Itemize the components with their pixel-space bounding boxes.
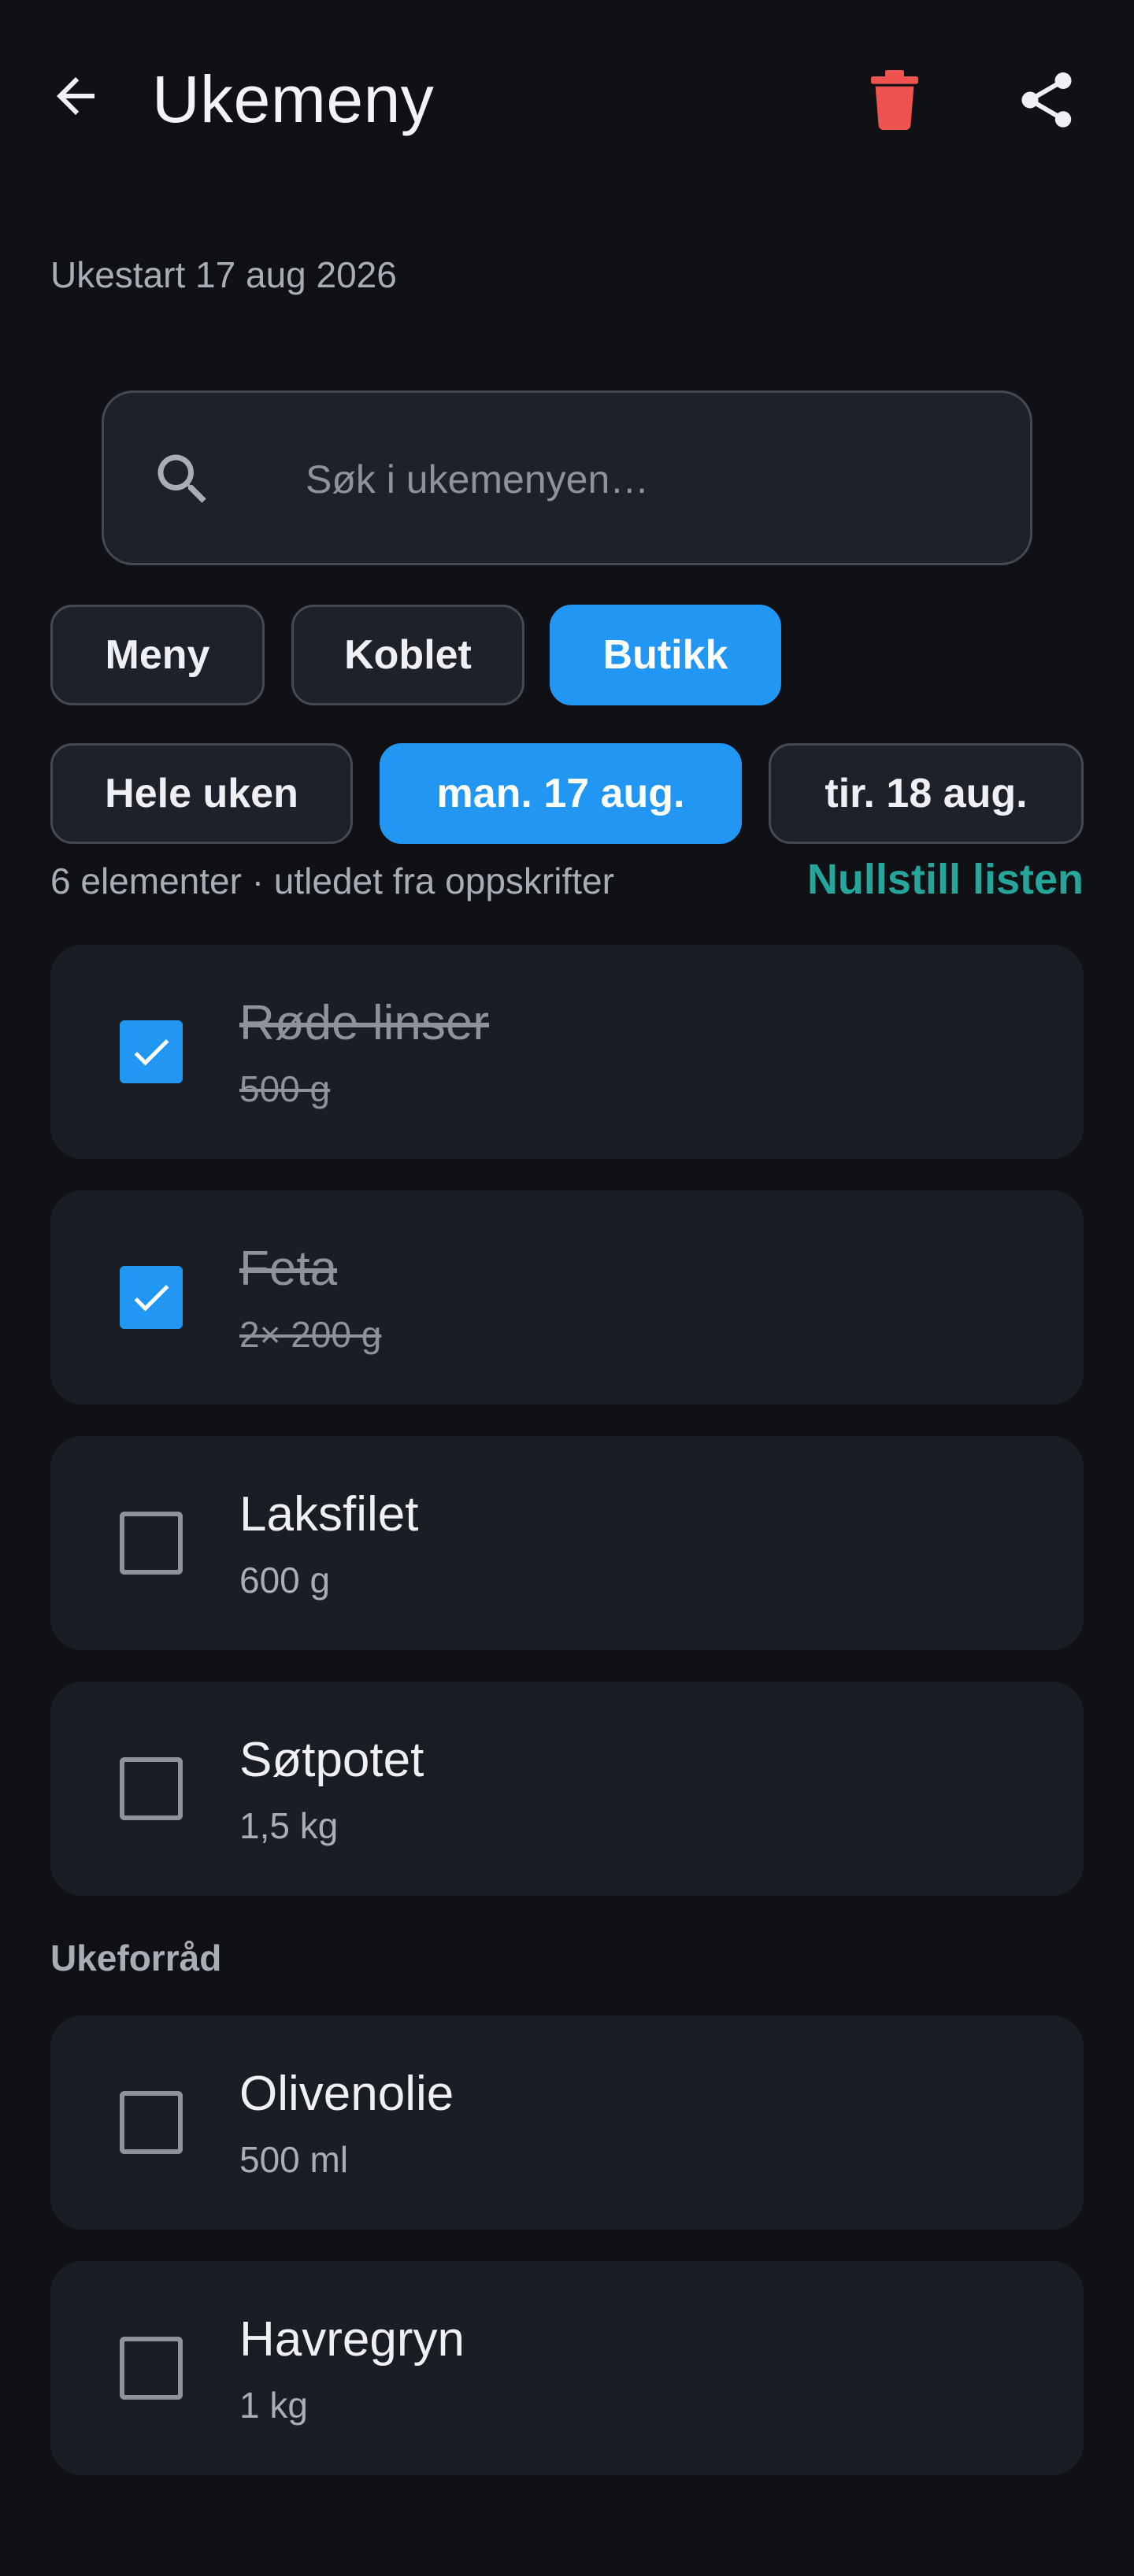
day-tab-monday[interactable]: man. 17 aug. xyxy=(380,743,742,844)
check-icon xyxy=(134,1038,169,1066)
item-name: Havregryn xyxy=(239,2312,465,2367)
list-item[interactable]: Havregryn 1 kg xyxy=(50,2261,1084,2475)
item-quantity: 2× 200 g xyxy=(239,1314,382,1355)
day-tab-tuesday[interactable]: tir. 18 aug. xyxy=(769,743,1084,844)
back-button[interactable] xyxy=(44,65,107,128)
list-item[interactable]: Feta 2× 200 g xyxy=(50,1190,1084,1405)
delete-button[interactable] xyxy=(863,65,926,135)
share-button[interactable] xyxy=(1011,65,1082,135)
day-tab-label: man. 17 aug. xyxy=(436,771,685,816)
item-name: Søtpotet xyxy=(239,1733,424,1787)
search-icon xyxy=(158,454,206,503)
search-input[interactable] xyxy=(306,440,999,519)
week-start-label: Ukestart 17 aug 2026 xyxy=(50,254,397,295)
day-tab-label: tir. 18 aug. xyxy=(825,771,1028,816)
item-name: Laksfilet xyxy=(239,1487,419,1542)
check-icon xyxy=(134,1284,169,1312)
item-checkbox[interactable] xyxy=(120,1020,183,1083)
list-item[interactable]: Laksfilet 600 g xyxy=(50,1436,1084,1650)
item-checkbox[interactable] xyxy=(120,2337,183,2400)
page-title: Ukemeny xyxy=(152,62,435,136)
item-name: Olivenolie xyxy=(239,2067,454,2121)
tab-meny-label: Meny xyxy=(105,632,210,678)
section-title-pantry: Ukeforråd xyxy=(50,1938,222,1978)
item-checkbox[interactable] xyxy=(120,2091,183,2154)
item-quantity: 500 g xyxy=(239,1068,331,1109)
tab-butikk[interactable]: Butikk xyxy=(550,605,781,705)
list-item[interactable]: Røde linser 500 g xyxy=(50,945,1084,1159)
item-name: Feta xyxy=(239,1242,338,1296)
weekly-menu-screen: Ukemeny Ukestart 17 aug 2026 Meny Koblet… xyxy=(0,0,1134,2576)
search-box[interactable] xyxy=(102,390,1032,565)
list-item[interactable]: Olivenolie 500 ml xyxy=(50,2015,1084,2230)
tab-meny[interactable]: Meny xyxy=(50,605,265,705)
share-icon xyxy=(1021,72,1072,128)
reset-list-button[interactable]: Nullstill listen xyxy=(807,855,1084,904)
item-checkbox[interactable] xyxy=(120,1757,183,1820)
item-quantity: 1 kg xyxy=(239,2385,308,2426)
tab-koblet[interactable]: Koblet xyxy=(291,605,524,705)
arrow-left-icon xyxy=(57,77,94,115)
trash-icon xyxy=(871,70,918,130)
day-tab-label: Hele uken xyxy=(105,771,298,816)
item-quantity: 600 g xyxy=(239,1560,331,1601)
day-tab-whole-week[interactable]: Hele uken xyxy=(50,743,353,844)
list-count-info: 6 elementer · utledet fra oppskrifter xyxy=(50,861,614,901)
item-name: Røde linser xyxy=(239,996,489,1050)
list-item[interactable]: Søtpotet 1,5 kg xyxy=(50,1682,1084,1896)
item-checkbox[interactable] xyxy=(120,1512,183,1575)
tab-koblet-label: Koblet xyxy=(344,632,472,678)
item-quantity: 500 ml xyxy=(239,2139,349,2180)
item-checkbox[interactable] xyxy=(120,1266,183,1329)
item-quantity: 1,5 kg xyxy=(239,1805,339,1846)
app-bar: Ukemeny xyxy=(0,0,1134,202)
tab-butikk-label: Butikk xyxy=(602,632,728,678)
